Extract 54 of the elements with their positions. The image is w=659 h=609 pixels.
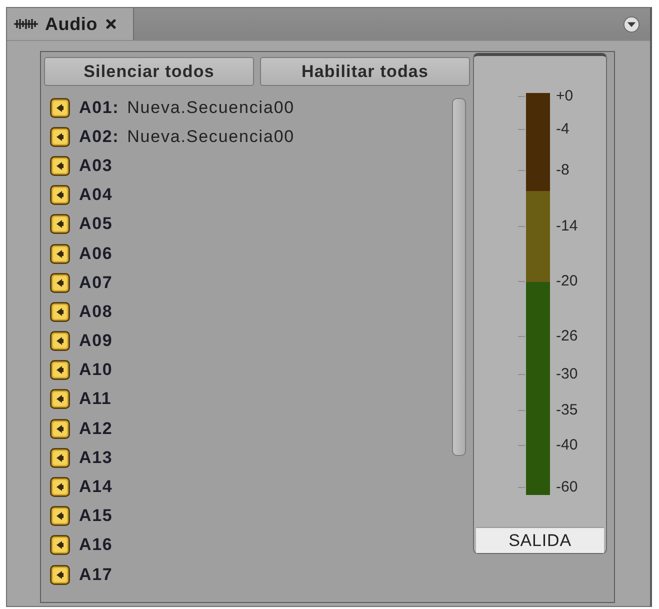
track-label: A11 [79, 389, 112, 410]
scale-label: -26 [556, 328, 578, 344]
track-label: A06 [79, 244, 113, 264]
scale-label: -14 [556, 218, 578, 234]
scale-label: +0 [556, 88, 574, 104]
track-label: A07 [79, 272, 113, 293]
output-label: SALIDA [476, 527, 604, 553]
scale-label: -35 [556, 402, 578, 418]
track-label: A03 [79, 156, 113, 176]
close-icon[interactable] [106, 19, 116, 29]
sequence-name: Nueva.Secuencia00 [127, 98, 295, 118]
speaker-icon[interactable] [50, 272, 70, 293]
speaker-icon[interactable] [50, 126, 70, 147]
track-label: A12 [79, 418, 113, 439]
sequence-name: Nueva.Secuencia00 [127, 126, 295, 147]
track-label: A05 [79, 214, 113, 234]
speaker-icon[interactable] [50, 214, 70, 234]
track-label: A14 [79, 477, 113, 498]
track-label: A09 [79, 331, 113, 352]
track-label: A10 [79, 360, 113, 380]
panel-tab[interactable]: Audio [7, 8, 134, 40]
track-label: A15 [79, 506, 113, 526]
scale-label: -60 [556, 480, 578, 494]
scale-label: -40 [556, 438, 578, 452]
track-label: A16 [79, 535, 113, 556]
speaker-icon[interactable] [50, 156, 70, 176]
speaker-icon[interactable] [50, 564, 70, 585]
speaker-icon[interactable] [50, 506, 70, 526]
speaker-icon[interactable] [50, 360, 70, 380]
track-label: A01: [79, 98, 120, 118]
scale-label: -8 [556, 162, 570, 178]
track-label: A13 [79, 448, 113, 468]
speaker-icon[interactable] [50, 98, 70, 118]
scale-label: -20 [556, 274, 578, 288]
speaker-icon[interactable] [50, 185, 70, 206]
speaker-icon[interactable] [50, 418, 70, 439]
scrollbar[interactable] [452, 98, 466, 456]
track-label: A17 [79, 564, 113, 585]
dropdown-icon[interactable] [623, 16, 640, 32]
speaker-icon[interactable] [50, 477, 70, 498]
speaker-icon[interactable] [50, 331, 70, 352]
track-label: A04 [79, 185, 113, 206]
toolbar-button[interactable]: Habilitar todas [260, 57, 470, 86]
scale-label: -30 [556, 366, 578, 382]
speaker-icon[interactable] [50, 389, 70, 410]
toolbar-button[interactable]: Silenciar todos [44, 57, 254, 86]
speaker-icon[interactable] [50, 448, 70, 468]
track-label: A02: [79, 126, 120, 147]
speaker-icon[interactable] [50, 302, 70, 322]
speaker-icon[interactable] [50, 244, 70, 264]
track-label: A08 [79, 302, 113, 322]
scale-label: -4 [556, 122, 570, 136]
speaker-icon[interactable] [50, 535, 70, 556]
waveform-icon [14, 19, 38, 29]
